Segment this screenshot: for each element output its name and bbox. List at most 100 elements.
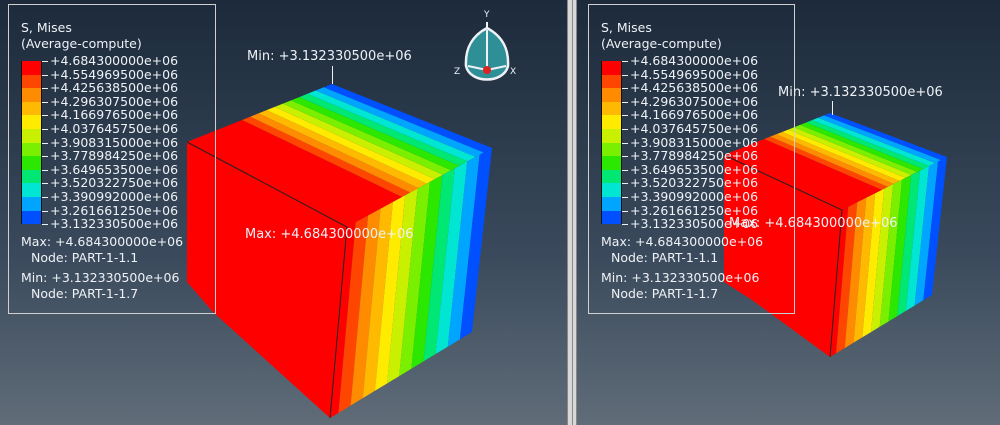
legend-band-8 (601, 156, 622, 170)
legend-tick (42, 115, 48, 117)
legend-tick (622, 169, 628, 171)
legend-band-12 (21, 210, 42, 225)
legend-level-value: +3.520322750e+06 (50, 175, 179, 191)
legend-tick (42, 156, 48, 158)
legend-max-node: Node: PART-1-1.1 (31, 250, 139, 265)
legend-band-7 (21, 142, 42, 157)
legend-tick (42, 210, 48, 212)
legend-tick (622, 74, 628, 76)
legend-band-7 (601, 142, 622, 157)
legend-level-value: +3.778984250e+06 (50, 148, 179, 164)
legend-band-9 (601, 169, 622, 184)
contour-legend: S, Mises (Average-compute) Max: +4.68430… (8, 4, 216, 314)
legend-band-10 (21, 183, 42, 197)
legend-tick (622, 115, 628, 117)
legend-band-3 (601, 88, 622, 102)
legend-min-label: Min: +3.132330500e+06 (601, 270, 760, 285)
legend-tick (622, 156, 628, 158)
legend-level-value: +4.425638500e+06 (50, 80, 179, 96)
legend-level-value: +4.554969500e+06 (50, 66, 179, 82)
legend-band-12 (601, 210, 622, 225)
legend-band-8 (21, 156, 42, 170)
triad-z-label: Z (454, 67, 460, 77)
min-annotation: Min: +3.132330500e+06 (247, 49, 412, 64)
legend-band-5 (21, 115, 42, 129)
legend-tick (42, 224, 48, 226)
legend-level-value: +3.132330500e+06 (50, 216, 179, 232)
legend-band-6 (21, 129, 42, 143)
legend-level-value: +3.390992000e+06 (630, 189, 759, 204)
legend-tick (42, 129, 48, 130)
legend-tick (42, 101, 48, 103)
min-leader-line (332, 66, 333, 84)
legend-tick (42, 169, 48, 171)
legend-level-value: +4.425638500e+06 (630, 80, 759, 96)
legend-tick (42, 142, 48, 144)
legend-band-11 (21, 197, 42, 211)
legend-band-3 (21, 88, 42, 102)
legend-band-10 (601, 183, 622, 197)
legend-min-label: Min: +3.132330500e+06 (21, 270, 180, 285)
viewport-right[interactable]: S, Mises (Average-compute) Max: +4.68430… (577, 0, 1000, 425)
viewport-divider[interactable] (567, 0, 577, 425)
legend-band-2 (601, 74, 622, 89)
legend-band-5 (601, 115, 622, 129)
legend-title: S, Mises (21, 20, 72, 35)
viewport-left[interactable]: S, Mises (Average-compute) Max: +4.68430… (0, 0, 567, 425)
legend-level-value: +4.684300000e+06 (630, 53, 759, 68)
legend-level-value: +4.037645750e+06 (50, 121, 179, 136)
divider-line (572, 0, 573, 425)
legend-tick (622, 210, 628, 212)
legend-tick (42, 88, 48, 90)
legend-tick (622, 61, 628, 62)
legend-min-node: Node: PART-1-1.7 (611, 286, 719, 301)
legend-subtitle: (Average-compute) (21, 36, 142, 51)
legend-tick (622, 197, 628, 198)
legend-tick (622, 224, 628, 226)
legend-band-1 (21, 61, 42, 75)
legend-max-label: Max: +4.684300000e+06 (601, 234, 764, 249)
min-annotation: Min: +3.132330500e+06 (778, 85, 943, 100)
legend-max-label: Max: +4.684300000e+06 (21, 234, 184, 249)
legend-level-value: +3.520322750e+06 (630, 175, 759, 191)
legend-band-9 (21, 169, 42, 184)
legend-level-value: +4.037645750e+06 (630, 121, 759, 136)
legend-level-value: +4.166976500e+06 (50, 107, 179, 123)
legend-level-value: +3.908315000e+06 (630, 134, 759, 150)
legend-level-value: +4.554969500e+06 (630, 66, 759, 82)
legend-title: S, Mises (601, 20, 652, 35)
legend-level-value: +4.296307500e+06 (50, 93, 179, 109)
legend-max-node: Node: PART-1-1.1 (611, 250, 719, 265)
legend-band-11 (601, 197, 622, 211)
min-leader-line (832, 101, 833, 115)
legend-level-value: +4.166976500e+06 (630, 107, 759, 123)
legend-band-1 (601, 61, 622, 75)
legend-tick (622, 183, 628, 185)
legend-band-4 (601, 101, 622, 116)
legend-tick (622, 142, 628, 144)
triad-y-label: Y (483, 10, 490, 20)
legend-level-value: +4.684300000e+06 (50, 53, 179, 68)
legend-tick (42, 74, 48, 76)
view-triad[interactable]: Y Z X (452, 8, 522, 88)
max-annotation: Max: +4.684300000e+06 (245, 227, 414, 242)
legend-tick (622, 129, 628, 130)
legend-level-value: +4.296307500e+06 (630, 93, 759, 109)
legend-subtitle: (Average-compute) (601, 36, 722, 51)
legend-level-value: +3.778984250e+06 (630, 148, 759, 164)
contour-legend: S, Mises (Average-compute) Max: +4.68430… (588, 4, 795, 314)
legend-tick (42, 183, 48, 185)
legend-band-2 (21, 74, 42, 89)
legend-tick (622, 88, 628, 90)
legend-min-node: Node: PART-1-1.7 (31, 286, 139, 301)
legend-tick (42, 61, 48, 62)
legend-level-value: +3.649653500e+06 (630, 161, 759, 177)
max-annotation: Max: +4.684300000e+06 (729, 216, 898, 231)
legend-band-6 (601, 129, 622, 143)
legend-tick (42, 197, 48, 198)
legend-level-value: +3.908315000e+06 (50, 134, 179, 150)
legend-band-4 (21, 101, 42, 116)
legend-tick (622, 101, 628, 103)
legend-level-value: +3.390992000e+06 (50, 189, 179, 204)
triad-x-label: X (510, 67, 516, 77)
